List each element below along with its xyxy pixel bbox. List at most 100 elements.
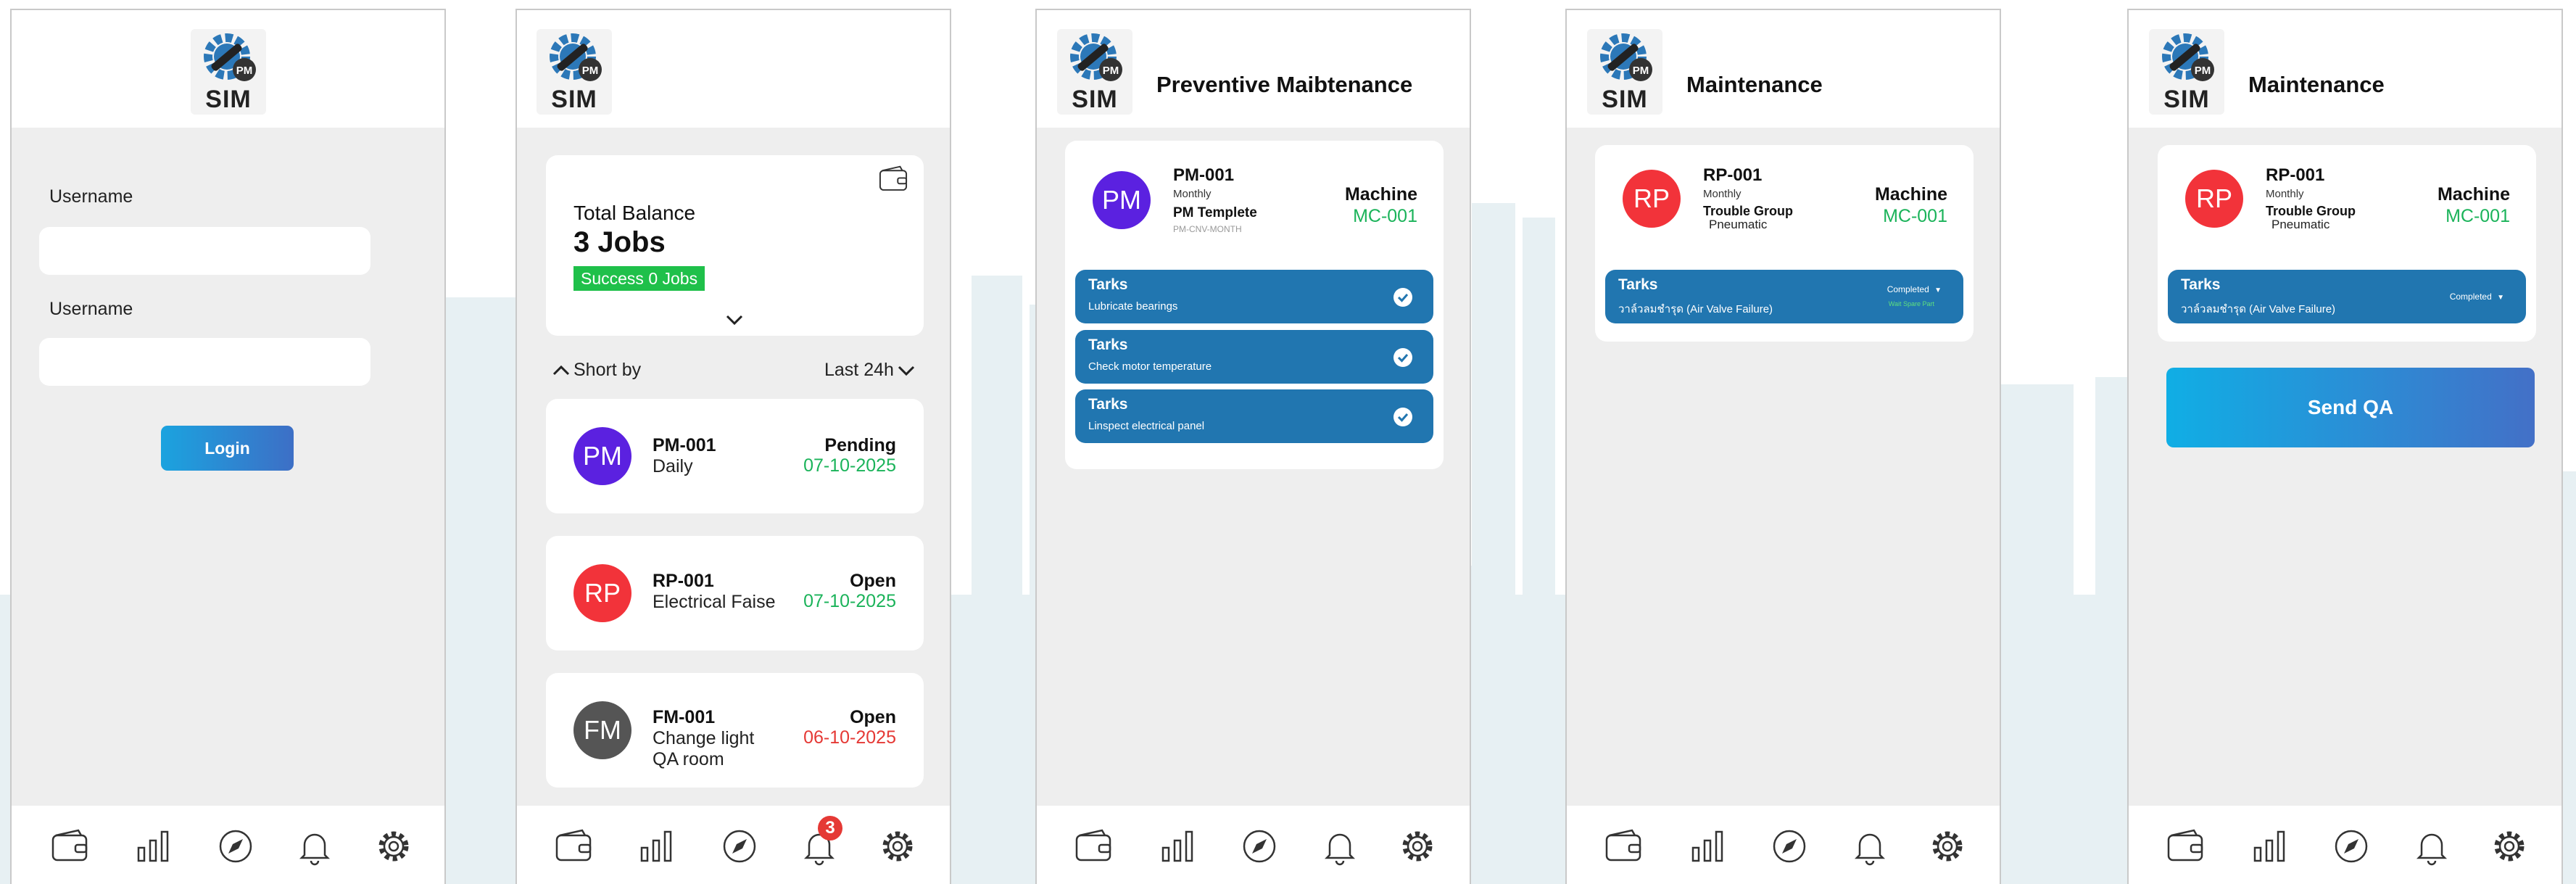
svg-text:PM: PM (582, 65, 599, 77)
bar-chart-icon[interactable] (133, 826, 173, 867)
wrench-gear-icon: PM (550, 33, 602, 81)
gear-icon[interactable] (877, 826, 918, 867)
task-status: Completed (1887, 284, 1929, 294)
job-frequency: Monthly (2266, 188, 2304, 200)
job-status: Open (850, 707, 896, 727)
bell-icon[interactable] (2411, 826, 2452, 867)
range-label[interactable]: Last 24h (824, 360, 894, 381)
bell-icon[interactable] (1320, 826, 1360, 867)
task-title: Tarks (1088, 396, 1128, 413)
bottom-nav (1567, 806, 2000, 884)
pm-detail-screen: PM SIM Preventive Maibtenance PM PM-001 … (1035, 9, 1471, 884)
template-name: PM Templete (1173, 205, 1257, 220)
sort-label[interactable]: Short by (573, 360, 641, 381)
job-status: Open (850, 571, 896, 591)
bar-chart-icon[interactable] (2249, 826, 2290, 867)
wallet-icon[interactable] (1073, 826, 1114, 867)
compass-icon[interactable] (1769, 826, 1810, 867)
bottom-nav (1037, 806, 1470, 884)
wallet-icon[interactable] (49, 826, 90, 867)
bell-icon[interactable] (294, 826, 335, 867)
balance-title: Total Balance (573, 202, 696, 224)
check-circle-icon[interactable] (1393, 287, 1413, 307)
job-card[interactable]: FM FM-001 Change light QA room Open 06-1… (546, 673, 924, 788)
bottom-nav (12, 806, 444, 884)
job-description: Daily (653, 456, 693, 476)
job-description-2: QA room (653, 749, 724, 769)
task-status: Completed (2449, 292, 2492, 302)
bar-chart-icon[interactable] (1687, 826, 1728, 867)
app-logo: PM SIM (191, 29, 266, 115)
wallet-icon (879, 165, 908, 191)
wallet-icon[interactable] (1603, 826, 1644, 867)
job-id: RP-001 (1703, 165, 1763, 185)
header: PM SIM Maintenance (1567, 10, 2000, 128)
bar-chart-icon[interactable] (1157, 826, 1198, 867)
trouble-group-label: Trouble Group (2266, 204, 2356, 218)
chevron-down-icon[interactable] (725, 313, 744, 326)
task-status-dropdown[interactable]: Completed ▼ (1887, 284, 1942, 294)
gear-icon[interactable] (1927, 826, 1968, 867)
app-logo: PM SIM (1057, 29, 1132, 115)
task-description: วาล์วลมชำรุด (Air Valve Failure) (2181, 303, 2336, 315)
header: PM SIM Preventive Maibtenance (1037, 10, 1470, 128)
machine-label: Machine (2437, 184, 2510, 205)
success-badge: Success 0 Jobs (573, 266, 705, 291)
login-screen: PM SIM Username Username Login (10, 9, 446, 884)
app-logo: PM SIM (2149, 29, 2224, 115)
password-input[interactable] (39, 338, 370, 386)
job-date: 06-10-2025 (803, 727, 896, 748)
login-button[interactable]: Login (161, 426, 294, 471)
rp-detail-screen: PM SIM Maintenance RP RP-001 Monthly Tro… (1565, 9, 2001, 884)
machine-value: MC-001 (2445, 206, 2510, 226)
task-status-dropdown[interactable]: Completed ▼ (2450, 292, 2504, 302)
task-item[interactable]: Tarks Linspect electrical panel (1075, 389, 1433, 443)
username-label: Username (49, 186, 133, 207)
dashboard-screen: PM SIM Total Balance 3 Jobs Success 0 Jo… (515, 9, 951, 884)
task-item[interactable]: Tarks วาล์วลมชำรุด (Air Valve Failure) C… (1605, 270, 1963, 323)
compass-icon[interactable] (719, 826, 760, 867)
gear-icon[interactable] (1397, 826, 1438, 867)
wallet-icon[interactable] (553, 826, 594, 867)
bar-chart-icon[interactable] (636, 826, 676, 867)
compass-icon[interactable] (1239, 826, 1280, 867)
task-description: Linspect electrical panel (1088, 420, 1205, 432)
send-qa-button[interactable]: Send QA (2166, 368, 2535, 447)
task-description: วาล์วลมชำรุด (Air Valve Failure) (1618, 303, 1773, 315)
logo-text: SIM (205, 86, 252, 113)
avatar: RP (573, 564, 631, 622)
gear-icon[interactable] (373, 826, 414, 867)
gear-icon[interactable] (2489, 826, 2530, 867)
username-input[interactable] (39, 227, 370, 275)
template-code: PM-CNV-MONTH (1173, 224, 1242, 234)
job-id: PM-001 (1173, 165, 1235, 185)
machine-label: Machine (1874, 184, 1947, 205)
wallet-icon[interactable] (2165, 826, 2206, 867)
compass-icon[interactable] (215, 826, 256, 867)
check-circle-icon[interactable] (1393, 407, 1413, 427)
task-item[interactable]: Tarks Lubricate bearings (1075, 270, 1433, 323)
header: PM SIM (517, 10, 950, 128)
logo-text: SIM (551, 86, 597, 113)
task-item[interactable]: Tarks Check motor temperature (1075, 330, 1433, 384)
task-item[interactable]: Tarks วาล์วลมชำรุด (Air Valve Failure) C… (2168, 270, 2526, 323)
job-card[interactable]: PM PM-001 Daily Pending 07-10-2025 (546, 399, 924, 513)
job-card[interactable]: RP RP-001 Electrical Faise Open 07-10-20… (546, 536, 924, 650)
avatar: PM (1093, 171, 1151, 229)
chevron-up-icon[interactable] (552, 364, 571, 377)
bell-icon[interactable] (1850, 826, 1890, 867)
chevron-down-icon[interactable] (897, 364, 916, 377)
wrench-gear-icon: PM (1600, 33, 1652, 81)
svg-text:PM: PM (1103, 65, 1119, 77)
balance-card: Total Balance 3 Jobs Success 0 Jobs (546, 155, 924, 336)
task-description: Check motor temperature (1088, 360, 1212, 373)
wrench-gear-icon: PM (1070, 33, 1122, 81)
compass-icon[interactable] (2331, 826, 2372, 867)
task-title: Tarks (2181, 276, 2221, 293)
check-circle-icon[interactable] (1393, 347, 1413, 368)
trouble-group-value: Pneumatic (1709, 218, 1768, 231)
page-title: Maintenance (1686, 72, 1823, 97)
rp-send-qa-screen: PM SIM Maintenance RP RP-001 Monthly Tro… (2127, 9, 2563, 884)
header: PM SIM Maintenance (2129, 10, 2561, 128)
notification-badge: 3 (818, 816, 842, 840)
